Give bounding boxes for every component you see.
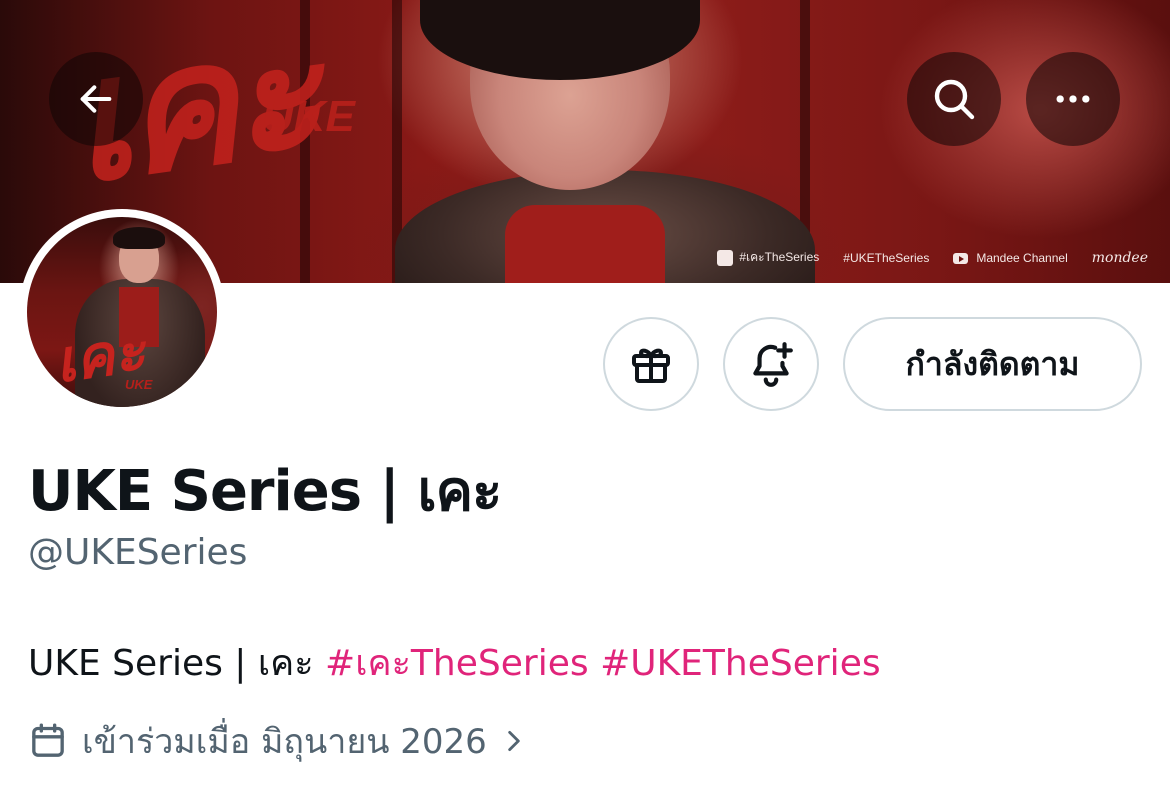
more-horizontal-icon (1056, 95, 1090, 103)
avatar-subtitle-art: UKE (125, 377, 153, 392)
search-icon (934, 79, 975, 120)
following-button[interactable]: กำลังติดตาม (843, 317, 1142, 411)
chevron-right-icon (508, 730, 520, 752)
youtube-icon (953, 252, 969, 264)
bell-plus-icon (753, 342, 793, 387)
banner-hashtag-thai: #เคะTheSeries (717, 248, 819, 267)
back-button[interactable] (49, 52, 143, 146)
gift-icon (632, 348, 670, 383)
joined-date[interactable]: เข้าร่วมเมื่อ มิถุนายน 2026 (28, 714, 527, 768)
banner-subtitle-art: UKE (262, 92, 355, 141)
bio-text: UKE Series | เคะ (28, 643, 326, 684)
bio: UKE Series | เคะ #เคะTheSeries #UKETheSe… (28, 634, 881, 691)
display-name: UKE Series | เคะ (28, 459, 502, 524)
joined-label: เข้าร่วมเมื่อ มิถุนายน 2026 (82, 722, 487, 762)
banner-brand: mondee (1091, 249, 1148, 266)
avatar-image: เคะ UKE (27, 217, 217, 407)
banner-channel: Mandee Channel (953, 251, 1068, 265)
notify-button[interactable] (723, 317, 819, 411)
more-button[interactable] (1026, 52, 1120, 146)
banner-credits: #เคะTheSeries #UKETheSeries Mandee Chann… (717, 248, 1148, 267)
banner-figure-shirt (505, 205, 665, 283)
bio-hashtag[interactable]: #UKETheSeries (600, 643, 881, 684)
user-handle: @UKESeries (28, 532, 248, 573)
gift-button[interactable] (603, 317, 699, 411)
studio-logo-icon (717, 249, 734, 266)
search-button[interactable] (907, 52, 1001, 146)
calendar-icon (32, 723, 64, 757)
bio-hashtag[interactable]: #เคะTheSeries (325, 643, 589, 684)
banner-hashtag-en: #UKETheSeries (843, 250, 930, 265)
avatar[interactable]: เคะ UKE (19, 209, 225, 415)
avatar-figure-hair (113, 227, 165, 249)
arrow-left-icon (80, 85, 112, 113)
